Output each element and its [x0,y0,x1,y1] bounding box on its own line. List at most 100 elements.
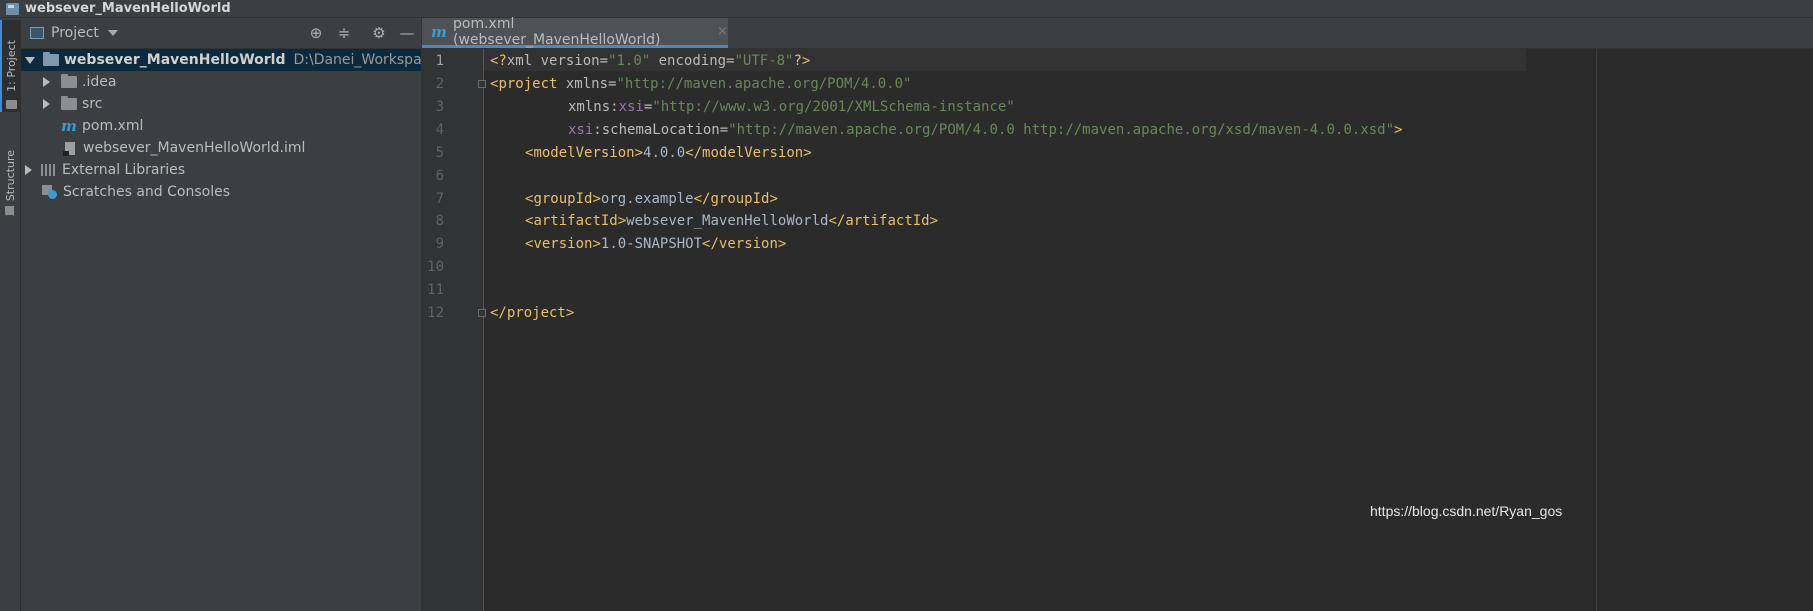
xml-decl-name: xml [506,53,533,69]
namespace: xsi [568,122,594,138]
attr-equals: = [599,53,609,69]
locate-icon[interactable]: ⊕ [307,24,325,42]
attr-value: "http://maven.apache.org/POM/4.0.0 http:… [728,122,1395,138]
line-number: 7 [435,191,444,207]
tree-item-label: External Libraries [62,162,185,178]
tag-name: version [533,236,593,252]
tag-name: project [506,305,566,321]
tag-close: > [803,145,812,161]
folder-icon [6,100,17,109]
fold-marker-icon[interactable] [478,80,486,88]
attr-value: "http://maven.apache.org/POM/4.0.0" [616,76,912,92]
attr-name: xmlns [557,76,609,92]
tree-item-src[interactable]: src [21,93,421,115]
editor-area: m pom.xml (websever_MavenHelloWorld) × 1… [422,15,1813,611]
module-folder-icon [43,52,59,66]
tool-tab-structure[interactable]: Z: Structure [0,134,20,232]
folder-icon [61,74,77,88]
tag-close: > [777,236,787,252]
collapse-all-icon[interactable]: ≑ [335,24,353,42]
editor-tab-bar: m pom.xml (websever_MavenHelloWorld) × [422,15,1813,49]
project-view-selector[interactable]: Project [51,25,99,41]
tag-value: 1.0-SNAPSHOT [600,236,703,252]
tool-tab-project[interactable]: 1: Project [0,20,20,112]
line-number: 11 [427,282,444,298]
tag-close: > [592,191,601,207]
code-line-5: <modelVersion>4.0.0</modelVersion> [525,142,812,164]
tag-open: </ [693,191,711,207]
tree-item-label: src [82,96,103,112]
code-line-4: xsi:schemaLocation="http://maven.apache.… [568,119,1402,141]
gear-icon[interactable]: ⚙ [370,24,388,42]
project-icon [6,2,19,15]
code-line-7: <groupId>org.example</groupId> [525,188,778,210]
tree-item-scratches[interactable]: Scratches and Consoles [21,181,421,203]
tag-name: modelVersion [702,145,804,161]
tag-close: > [634,145,644,161]
tree-item-label: Scratches and Consoles [63,184,230,200]
fold-marker-icon[interactable] [478,309,486,317]
line-number: 6 [435,168,444,184]
tree-item-root-module[interactable]: websever_MavenHelloWorld D:\Danei_Worksp… [21,49,421,71]
attr-name: encoding [650,53,727,69]
code-line-9: <version>1.0-SNAPSHOT</version> [525,233,786,255]
attr-name: xmlns: [568,99,619,115]
tag-value: org.example [600,191,694,207]
code-line-8: <artifactId>websever_MavenHelloWorld</ar… [525,210,938,232]
line-number-gutter: 1 2 3 4 5 6 7 8 9 10 11 12 [422,49,486,611]
hide-panel-icon[interactable]: — [398,24,416,42]
xml-decl-open: <? [490,53,507,69]
tree-item-label: websever_MavenHelloWorld.iml [83,140,306,156]
close-icon[interactable]: × [717,24,728,39]
tag-name: groupId [533,191,593,207]
tab-pom-xml[interactable]: m pom.xml (websever_MavenHelloWorld) × [422,15,728,48]
attr-equals: = [719,122,729,138]
attr-name: version [532,53,600,69]
right-margin-guide [1596,49,1597,611]
tag-close: > [617,213,627,229]
code-line-3: xmlns:xsi="http://www.w3.org/2001/XMLSch… [568,96,1015,118]
expand-arrow-icon[interactable] [25,56,35,64]
attr-value: "http://www.w3.org/2001/XMLSchema-instan… [652,99,1015,115]
tag-name: groupId [710,191,770,207]
xml-decl-close: ?> [793,53,811,69]
line-number: 10 [427,259,444,275]
tree-item-external-libraries[interactable]: External Libraries [21,159,421,181]
chevron-down-icon[interactable] [107,30,118,36]
tag-name: version [718,236,778,252]
line-number: 12 [427,305,444,321]
folder-icon [61,96,77,110]
title-bar: websever_MavenHelloWorld [0,0,1813,18]
tag-name: artifactId [845,213,930,229]
tree-item-pom[interactable]: m pom.xml [21,115,421,137]
code-line-2: <project xmlns="http://maven.apache.org/… [490,73,911,95]
attr-value: "1.0" [608,53,651,69]
tag-name: modelVersion [533,145,635,161]
tag-value: websever_MavenHelloWorld [626,213,829,229]
line-number: 8 [435,213,444,229]
line-number: 9 [435,236,444,252]
code-line-1: <?xml version="1.0" encoding="UTF-8"?> [490,50,810,72]
tag-open: </ [685,145,703,161]
scratches-icon [42,185,58,199]
line-number: 5 [435,145,444,161]
structure-icon [5,206,14,215]
code-editor[interactable]: <?xml version="1.0" encoding="UTF-8"?> <… [484,49,1790,611]
tab-label: pom.xml (websever_MavenHelloWorld) [453,15,661,48]
tree-item-iml[interactable]: websever_MavenHelloWorld.iml [21,137,421,159]
line-number: 2 [435,76,444,92]
left-tool-strip: 1: Project Z: Structure [0,18,21,611]
tag-close: > [769,191,778,207]
code-line-12: </project> [490,302,574,324]
expand-arrow-icon[interactable] [43,99,50,109]
tag-close: > [929,213,939,229]
project-panel-header: Project ⊕ ≑ ⚙ — [21,18,421,49]
expand-arrow-icon[interactable] [25,165,32,175]
tree-item-idea[interactable]: .idea [21,71,421,93]
line-number: 4 [435,122,444,138]
maven-icon: m [61,117,77,135]
expand-arrow-icon[interactable] [43,77,50,87]
tool-tab-project-label: 1: Project [4,40,18,92]
maven-icon: m [431,22,447,41]
tag-close: > [592,236,601,252]
